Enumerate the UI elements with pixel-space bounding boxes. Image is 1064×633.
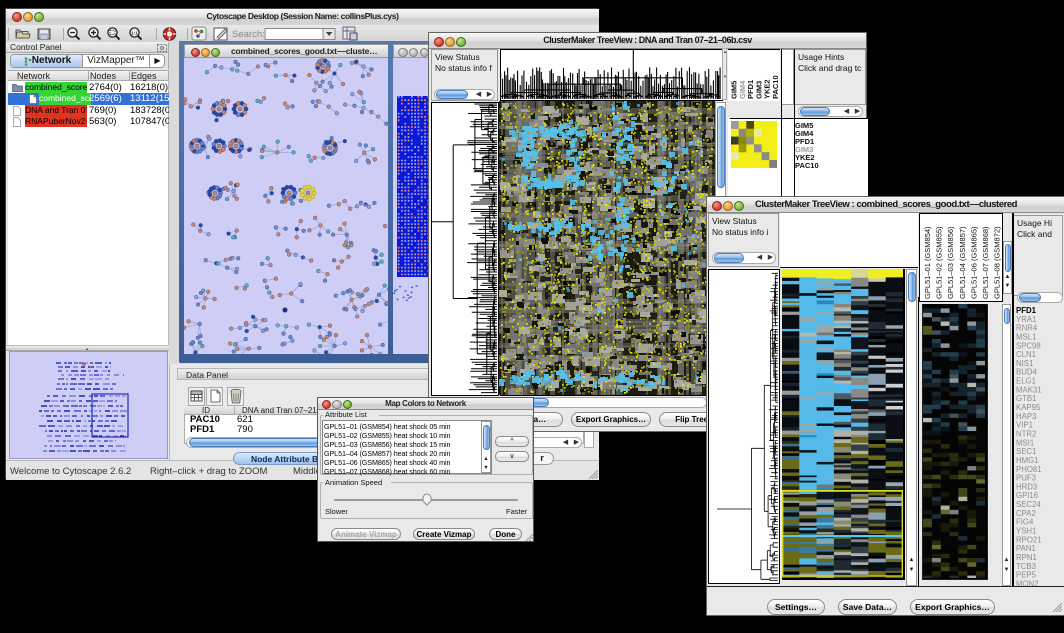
svg-text:NIS1: NIS1 xyxy=(1016,359,1033,368)
svg-text:PAC10: PAC10 xyxy=(795,161,819,170)
svg-text:GPL51–06 (GSM865): GPL51–06 (GSM865) xyxy=(969,226,978,299)
svg-text:MAK31: MAK31 xyxy=(1016,385,1042,394)
svg-text:SEC24: SEC24 xyxy=(1016,500,1041,509)
svg-text:Search:: Search: xyxy=(232,29,265,40)
svg-text:GPL51–03 (GSM856): GPL51–03 (GSM856) xyxy=(946,226,955,299)
svg-text:NTR2: NTR2 xyxy=(1016,430,1036,439)
svg-text:TCB3: TCB3 xyxy=(1016,562,1036,571)
svg-text:HRD3: HRD3 xyxy=(1016,482,1037,491)
svg-text:BUD4: BUD4 xyxy=(1016,368,1037,377)
svg-text:VIP1: VIP1 xyxy=(1016,421,1033,430)
svg-text:ELG1: ELG1 xyxy=(1016,377,1036,386)
svg-text:PAN1: PAN1 xyxy=(1016,544,1036,553)
svg-text:GPL51–02 (GSM855): GPL51–02 (GSM855) xyxy=(935,226,944,299)
svg-text:MSI1: MSI1 xyxy=(1016,438,1034,447)
svg-text:FIG4: FIG4 xyxy=(1016,518,1034,527)
svg-text:GPL51–04 (GSM857): GPL51–04 (GSM857) xyxy=(958,226,967,299)
svg-text:HAP3: HAP3 xyxy=(1016,412,1036,421)
svg-text:KAP95: KAP95 xyxy=(1016,403,1041,412)
svg-text:RPN1: RPN1 xyxy=(1016,553,1037,562)
svg-text:HMG1: HMG1 xyxy=(1016,456,1039,465)
svg-text:YSH1: YSH1 xyxy=(1016,527,1036,536)
svg-text:GPL51–01 (GSM854): GPL51–01 (GSM854) xyxy=(923,226,932,299)
svg-text:PUF3: PUF3 xyxy=(1016,474,1036,483)
svg-text:PEP5: PEP5 xyxy=(1016,571,1037,580)
svg-text:SPC98: SPC98 xyxy=(1016,341,1041,350)
svg-text:GPL51–07 (GSM868): GPL51–07 (GSM868) xyxy=(981,226,990,299)
svg-text:GPI16: GPI16 xyxy=(1016,491,1038,500)
svg-text:RNR4: RNR4 xyxy=(1016,324,1038,333)
svg-text:RPO21: RPO21 xyxy=(1016,535,1042,544)
svg-text:MSL1: MSL1 xyxy=(1016,333,1036,342)
svg-text:YRA1: YRA1 xyxy=(1016,315,1036,324)
svg-text:1:1: 1:1 xyxy=(131,31,138,36)
svg-text:PHO81: PHO81 xyxy=(1016,465,1042,474)
svg-text:PAC10: PAC10 xyxy=(771,75,780,99)
svg-text:SEC1: SEC1 xyxy=(1016,447,1036,456)
svg-text:MON2: MON2 xyxy=(1016,579,1039,588)
svg-text:GTB1: GTB1 xyxy=(1016,394,1036,403)
svg-text:CLN1: CLN1 xyxy=(1016,350,1036,359)
svg-text:CPA2: CPA2 xyxy=(1016,509,1036,518)
svg-text:GPL51–08 (GSM872): GPL51–08 (GSM872) xyxy=(993,226,1002,299)
svg-text:PFD1: PFD1 xyxy=(1016,306,1037,315)
